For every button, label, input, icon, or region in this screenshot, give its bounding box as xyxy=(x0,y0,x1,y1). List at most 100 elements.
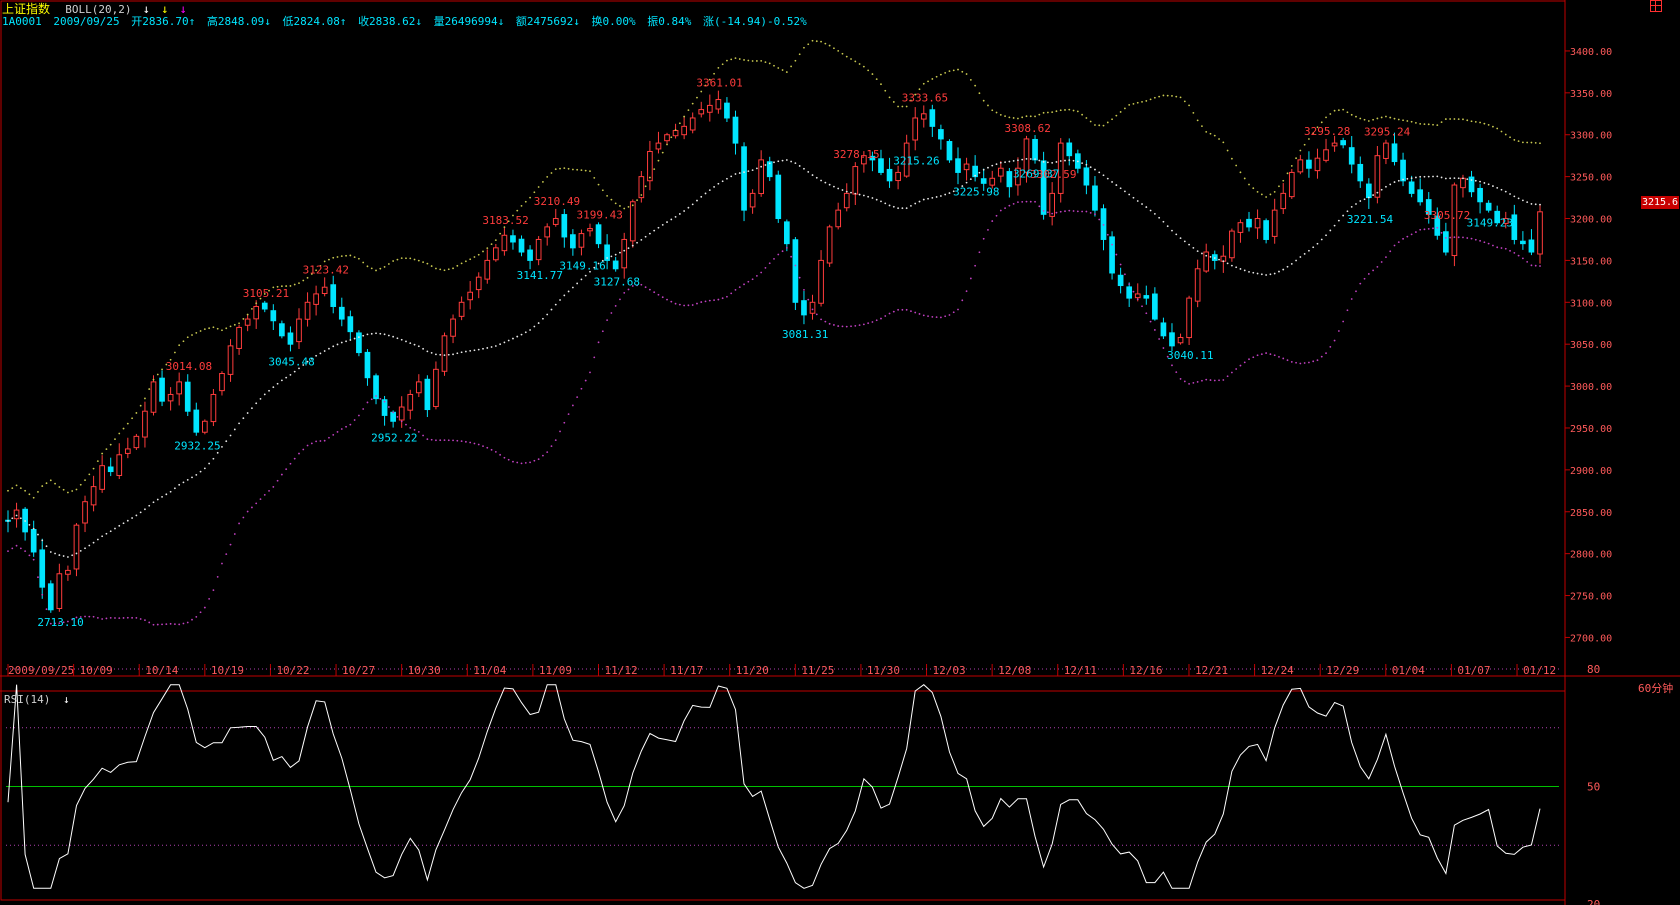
boll-mid-dot xyxy=(1325,234,1327,237)
high-annotation: 3014.08 xyxy=(166,360,212,373)
boll-upper-dot xyxy=(764,61,767,64)
candle-body xyxy=(1391,143,1398,163)
boll-mid-dot xyxy=(704,192,707,195)
boll-mid-dot xyxy=(1423,175,1426,178)
boll-mid-dot xyxy=(1226,262,1229,265)
boll-upper-dot xyxy=(974,84,977,87)
boll-lower-dot xyxy=(490,448,493,451)
boll-mid-dot xyxy=(1500,188,1503,191)
boll-upper-dot xyxy=(1440,121,1443,123)
boll-lower-dot xyxy=(1260,353,1263,356)
boll-lower-dot xyxy=(614,305,617,307)
boll-mid-dot xyxy=(199,470,202,473)
boll-lower-dot xyxy=(1316,359,1319,362)
candle-body xyxy=(501,234,508,252)
boll-mid-dot xyxy=(743,171,745,174)
boll-lower-dot xyxy=(738,286,741,289)
y-tick-label: 2900.00 xyxy=(1570,466,1612,477)
boll-mid-dot xyxy=(1376,191,1379,194)
x-tick-label: 10/22 xyxy=(276,664,309,677)
candle-body xyxy=(407,393,414,411)
boll-lower-dot xyxy=(345,425,347,428)
boll-upper-dot xyxy=(1098,124,1101,127)
low-annotation: 3149.23 xyxy=(1467,217,1513,230)
boll-upper-dot xyxy=(392,260,395,262)
boll-mid-dot xyxy=(862,194,865,197)
low-annotation: 3141.77 xyxy=(517,269,563,282)
boll-mid-dot xyxy=(858,193,861,196)
boll-upper-dot xyxy=(1483,122,1486,125)
y-tick-label: 3250.00 xyxy=(1570,173,1612,184)
boll-lower-dot xyxy=(726,295,728,298)
y-tick-label: 2750.00 xyxy=(1570,592,1612,603)
boll-lower-dot xyxy=(1230,371,1233,374)
boll-upper-dot xyxy=(306,276,309,279)
candle-body xyxy=(415,381,422,394)
boll-mid-dot xyxy=(1397,179,1400,182)
security-code: 1A0001 xyxy=(2,15,42,28)
rsi-title[interactable]: RSI(14) ↓ xyxy=(4,693,70,706)
boll-mid-dot xyxy=(897,207,900,210)
boll-lower-dot xyxy=(747,280,750,283)
boll-lower-dot xyxy=(212,589,215,592)
boll-mid-dot xyxy=(1389,183,1392,186)
boll-lower-dot xyxy=(1038,205,1041,208)
boll-lower-dot xyxy=(41,593,44,596)
boll-lower-dot xyxy=(430,438,433,441)
boll-upper-dot xyxy=(1329,113,1332,115)
candle-body xyxy=(1443,231,1449,253)
boll-mid-dot xyxy=(15,514,18,517)
boll-mid-dot xyxy=(559,299,561,301)
boll-upper-dot xyxy=(1346,111,1349,114)
boll-mid-dot xyxy=(1483,182,1486,184)
boll-mid-dot xyxy=(1406,177,1409,180)
boll-mid-dot xyxy=(447,353,450,356)
candle-body xyxy=(1280,192,1287,210)
boll-upper-dot xyxy=(1410,120,1413,123)
boll-lower-dot xyxy=(272,486,275,488)
boll-mid-dot xyxy=(1089,166,1092,169)
boll-upper-dot xyxy=(601,189,604,192)
boll-lower-dot xyxy=(743,283,745,286)
boll-mid-dot xyxy=(285,376,288,379)
boll-lower-dot xyxy=(1128,283,1131,285)
boll-upper-dot xyxy=(499,232,502,235)
boll-upper-dot xyxy=(687,109,690,112)
boll-mid-dot xyxy=(1196,250,1199,253)
candle-body xyxy=(672,130,679,137)
boll-mid-dot xyxy=(623,249,626,252)
candle-body xyxy=(176,381,183,395)
period-label[interactable]: 60分钟 xyxy=(1638,680,1673,696)
low-annotation: 3081.31 xyxy=(782,328,828,341)
boll-mid-dot xyxy=(392,335,395,338)
amount: 额2475692↓ xyxy=(515,15,580,28)
candle-body xyxy=(980,178,987,184)
boll-upper-dot xyxy=(1230,157,1233,160)
boll-lower-dot xyxy=(1376,265,1379,268)
boll-upper-dot xyxy=(841,52,844,55)
candle-body xyxy=(1374,155,1381,198)
boll-lower-dot xyxy=(777,253,780,256)
boll-mid-dot xyxy=(362,334,365,337)
boll-lower-dot xyxy=(486,446,489,449)
boll-lower-dot xyxy=(1474,238,1477,241)
boll-lower-dot xyxy=(285,468,288,471)
candle-body xyxy=(1117,274,1124,287)
boll-mid-dot xyxy=(469,349,472,352)
boll-lower-dot xyxy=(927,315,929,318)
candle-body xyxy=(1109,236,1115,274)
boll-mid-dot xyxy=(1265,274,1268,276)
boll-mid-dot xyxy=(280,379,283,382)
boll-upper-dot xyxy=(1051,111,1054,114)
boll-upper-dot xyxy=(1243,177,1246,180)
boll-upper-dot xyxy=(1282,179,1285,182)
chart-canvas[interactable]: 2700.00 2750.00 2800.00 2850.00 2900.00 2950.… xyxy=(0,0,1680,905)
candle-body xyxy=(561,214,568,238)
boll-upper-dot xyxy=(178,344,181,347)
window-toggle-icon[interactable] xyxy=(1650,0,1662,12)
boll-lower-dot xyxy=(563,421,566,424)
boll-mid-dot xyxy=(1308,249,1310,252)
boll-mid-dot xyxy=(96,538,99,541)
boll-mid-dot xyxy=(884,202,887,205)
boll-lower-dot xyxy=(1188,382,1190,385)
